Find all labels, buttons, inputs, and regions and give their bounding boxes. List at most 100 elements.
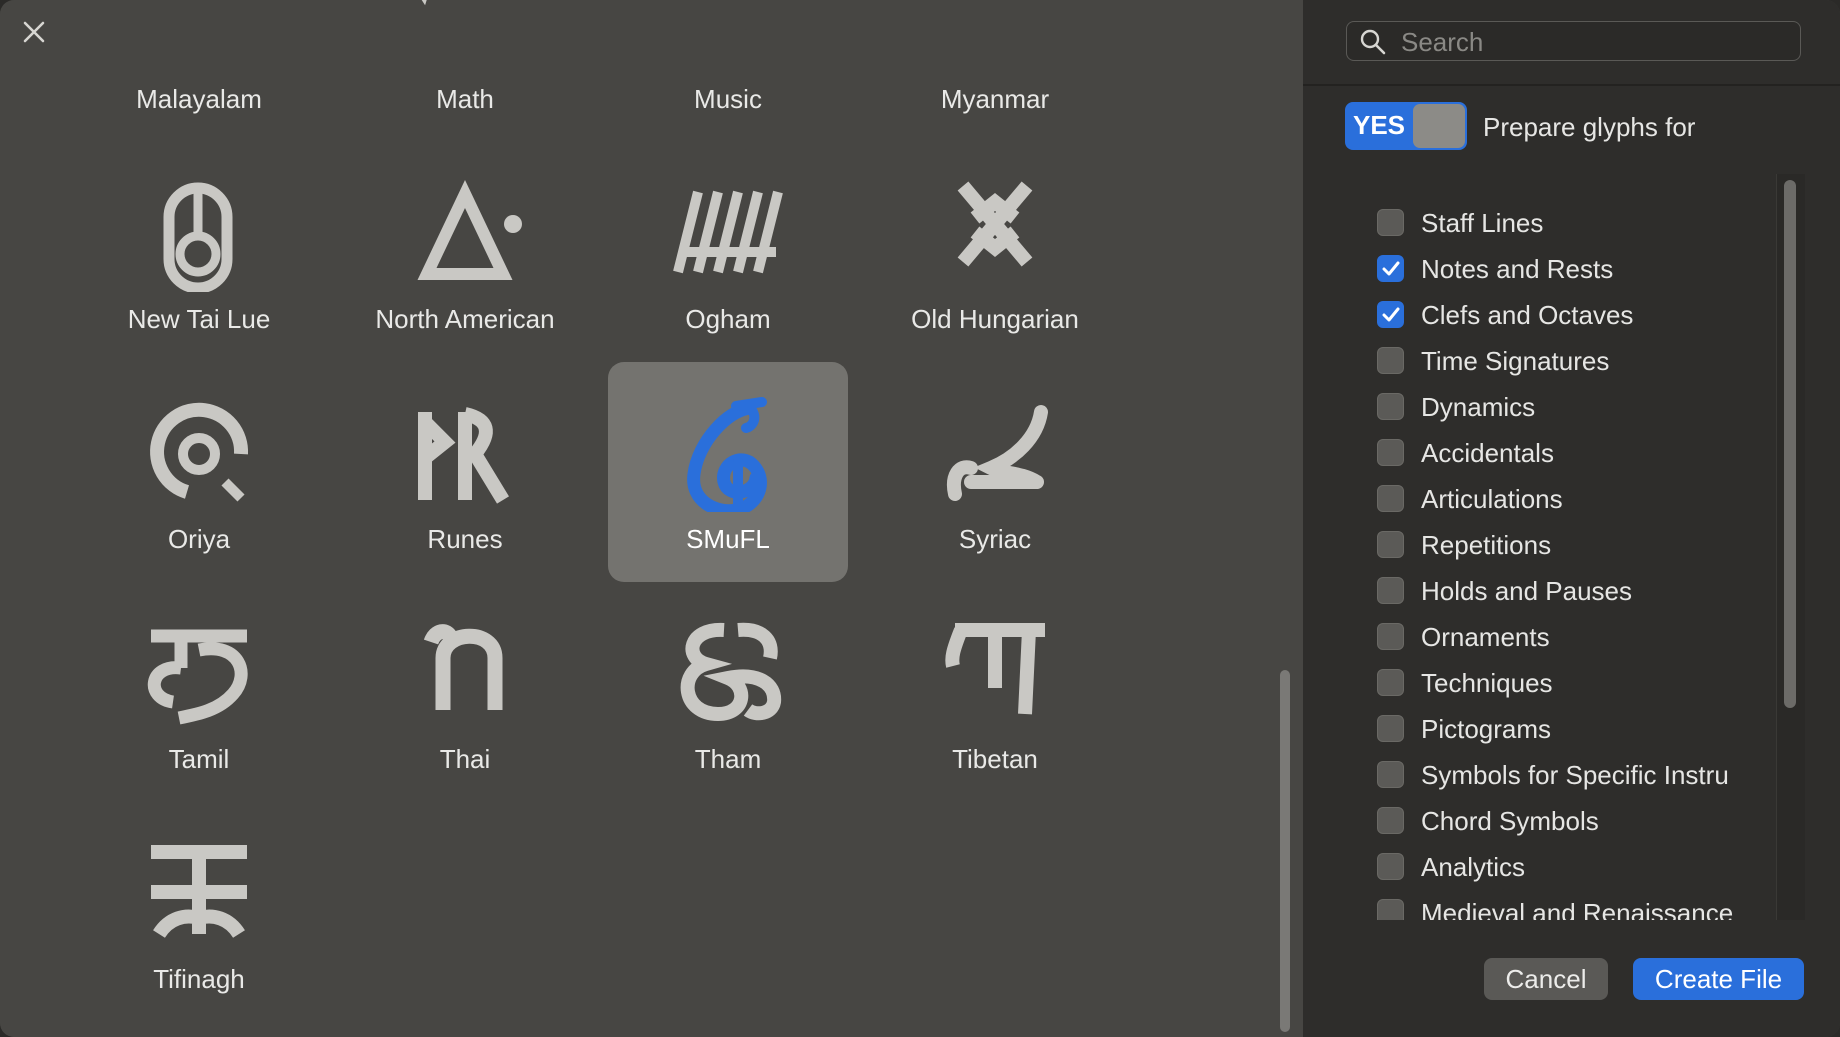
category-label: Medieval and Renaissance: [1421, 898, 1734, 920]
category-item[interactable]: Dynamics: [1377, 388, 1775, 428]
script-label: Runes: [427, 524, 503, 554]
category-item[interactable]: Staff Lines: [1377, 204, 1775, 244]
script-label: Malayalam: [136, 84, 262, 114]
category-checkbox[interactable]: [1377, 393, 1404, 420]
category-checkbox[interactable]: [1377, 715, 1404, 742]
script-item-old-hungarian[interactable]: Old Hungarian: [875, 142, 1115, 362]
category-checkbox[interactable]: [1377, 623, 1404, 650]
category-scrollbar[interactable]: [1784, 180, 1796, 708]
music-glyph-icon: [658, 0, 798, 72]
thai-glyph-icon: [395, 592, 535, 732]
category-label: Ornaments: [1421, 622, 1550, 652]
search-field[interactable]: [1346, 21, 1801, 61]
script-item-tibetan[interactable]: Tibetan: [875, 582, 1115, 802]
category-label: Techniques: [1421, 668, 1553, 698]
category-checkbox[interactable]: [1377, 761, 1404, 788]
category-item[interactable]: Holds and Pauses: [1377, 572, 1775, 612]
script-label: Oriya: [167, 524, 231, 554]
category-item[interactable]: Chord Symbols: [1377, 802, 1775, 842]
category-item[interactable]: Time Signatures: [1377, 342, 1775, 382]
category-checkbox[interactable]: [1377, 439, 1404, 466]
category-item[interactable]: Accidentals: [1377, 434, 1775, 474]
script-item-runes[interactable]: Runes: [345, 362, 585, 582]
category-checkbox[interactable]: [1377, 899, 1404, 920]
old-hungarian-glyph-icon: [925, 152, 1065, 292]
category-label: Time Signatures: [1421, 346, 1610, 376]
category-label: Notes and Rests: [1421, 254, 1614, 284]
script-item-math[interactable]: Math: [345, 0, 585, 142]
script-label: Music: [694, 84, 762, 114]
script-item-thai[interactable]: Thai: [345, 582, 585, 802]
tamil-glyph-icon: [129, 592, 269, 732]
category-item[interactable]: Techniques: [1377, 664, 1775, 704]
grid-scrollbar[interactable]: [1280, 670, 1290, 1032]
script-item-syriac[interactable]: Syriac: [875, 362, 1115, 582]
category-item[interactable]: Clefs and Octaves: [1377, 296, 1775, 336]
category-item[interactable]: Medieval and Renaissance: [1377, 894, 1775, 920]
script-label: Tibetan: [952, 744, 1038, 774]
script-item-smufl[interactable]: SMuFL: [608, 362, 848, 582]
script-item-north-american[interactable]: North American: [345, 142, 585, 362]
category-label: Dynamics: [1421, 392, 1536, 422]
category-item[interactable]: Notes and Rests: [1377, 250, 1775, 290]
category-checkbox[interactable]: [1377, 577, 1404, 604]
category-checkbox[interactable]: [1377, 209, 1404, 236]
oriya-glyph-icon: [129, 372, 269, 512]
myanmar-glyph-icon: [925, 0, 1065, 72]
script-item-malayalam[interactable]: Malayalam: [79, 0, 319, 142]
script-label: North American: [375, 304, 555, 334]
category-item[interactable]: Analytics: [1377, 848, 1775, 888]
cancel-button[interactable]: Cancel: [1484, 958, 1608, 1000]
smufl-glyph-icon: [658, 372, 798, 518]
math-glyph-icon: [395, 0, 535, 72]
ogham-glyph-icon: [658, 152, 798, 292]
script-item-tamil[interactable]: Tamil: [79, 582, 319, 802]
category-checkbox[interactable]: [1377, 669, 1404, 696]
category-item[interactable]: Ornaments: [1377, 618, 1775, 658]
new-tai-lue-glyph-icon: [129, 152, 269, 294]
script-label: Thai: [439, 744, 491, 774]
malayalam-glyph-icon: [129, 0, 269, 72]
category-label: Analytics: [1421, 852, 1526, 882]
script-item-tham[interactable]: Tham: [608, 582, 848, 802]
script-item-oriya[interactable]: Oriya: [79, 362, 319, 582]
category-label: Pictograms: [1421, 714, 1552, 744]
category-label: Clefs and Octaves: [1421, 300, 1634, 330]
script-item-myanmar[interactable]: Myanmar: [875, 0, 1115, 142]
category-checkbox[interactable]: [1377, 347, 1404, 374]
script-item-music[interactable]: Music: [608, 0, 848, 142]
category-checkbox[interactable]: [1377, 485, 1404, 512]
category-checkbox[interactable]: [1377, 807, 1404, 834]
script-label: New Tai Lue: [127, 304, 271, 334]
category-item[interactable]: Symbols for Specific Instru: [1377, 756, 1775, 796]
toggle-state-label: YES: [1353, 110, 1406, 140]
category-item[interactable]: Pictograms: [1377, 710, 1775, 750]
search-icon: [1360, 29, 1386, 55]
create-file-button[interactable]: Create File: [1633, 958, 1804, 1000]
script-item-tifinagh[interactable]: Tifinagh: [79, 802, 319, 1022]
category-checkbox[interactable]: [1377, 531, 1404, 558]
category-item[interactable]: Repetitions: [1377, 526, 1775, 566]
script-label: Ogham: [685, 304, 771, 334]
category-checkbox[interactable]: [1377, 853, 1404, 880]
script-label: Old Hungarian: [911, 304, 1079, 334]
script-label: SMuFL: [686, 524, 770, 554]
tibetan-glyph-icon: [925, 592, 1065, 732]
glyph-category-list: Staff Lines Notes and Rests Clefs and Octa…: [1345, 176, 1775, 920]
close-icon[interactable]: [18, 16, 50, 48]
category-checkbox[interactable]: [1377, 301, 1404, 328]
script-item-ogham[interactable]: Ogham: [608, 142, 848, 362]
syriac-glyph-icon: [925, 372, 1065, 512]
category-label: Staff Lines: [1421, 208, 1544, 238]
category-checkbox[interactable]: [1377, 255, 1404, 282]
category-label: Articulations: [1421, 484, 1563, 514]
north-american-glyph-icon: [395, 152, 535, 292]
category-item[interactable]: Articulations: [1377, 480, 1775, 520]
script-item-new-tai-lue[interactable]: New Tai Lue: [79, 142, 319, 362]
prepare-glyphs-toggle[interactable]: YES: [1345, 102, 1467, 150]
script-label: Tifinagh: [153, 964, 245, 994]
tham-glyph-icon: [658, 592, 798, 732]
script-grid-panel: Malayalam Math Music Myanmar New Tai Lue Nort…: [0, 0, 1303, 1037]
category-label: Symbols for Specific Instru: [1421, 760, 1729, 790]
search-input[interactable]: [1399, 26, 1793, 58]
